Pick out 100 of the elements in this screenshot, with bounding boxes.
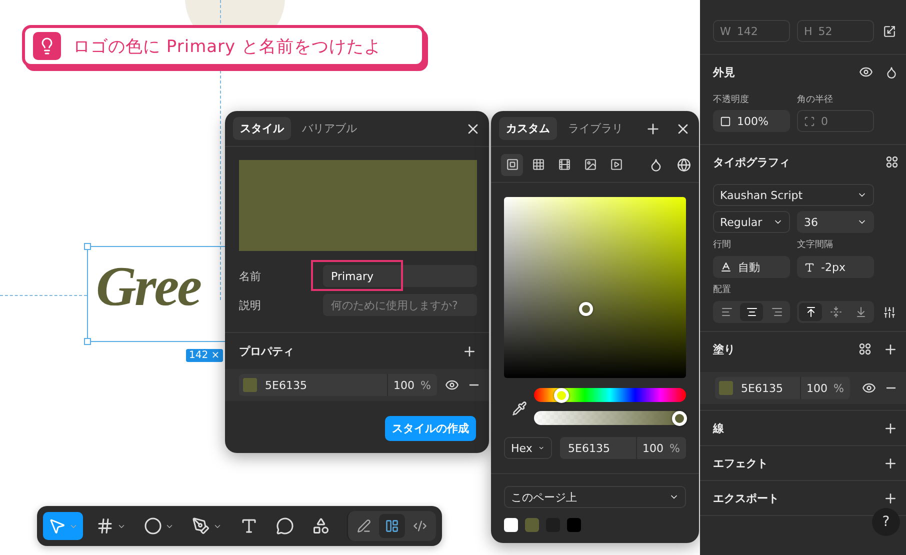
- plus-icon: [645, 120, 661, 136]
- pointer-icon: [48, 517, 66, 535]
- hex-value: 5E6135: [265, 378, 308, 392]
- opacity-button[interactable]: [649, 158, 663, 172]
- opacity-value: 100: [386, 374, 421, 396]
- section-title: タイポグラフィ: [713, 154, 790, 170]
- hue-slider[interactable]: [534, 388, 686, 402]
- comment-icon: [276, 517, 294, 535]
- opacity-value: 100: [636, 437, 670, 459]
- resize-button[interactable]: [881, 24, 898, 38]
- radius-field[interactable]: 0: [797, 110, 874, 132]
- saturation-brightness-area[interactable]: [504, 197, 686, 378]
- hex-value: 5E6135: [567, 442, 611, 454]
- styles-button[interactable]: [859, 343, 871, 355]
- callout-text: ロゴの色に Primary と名前をつけたよ: [73, 36, 382, 58]
- font-size-field[interactable]: 36: [797, 211, 874, 233]
- square-icon: [720, 116, 731, 126]
- visibility-button[interactable]: [445, 378, 459, 392]
- align-button[interactable]: [799, 303, 822, 321]
- field-label: 説明: [239, 298, 262, 312]
- add-button[interactable]: [883, 342, 898, 356]
- field-value: 0: [821, 114, 828, 128]
- section-title: 線: [713, 420, 724, 436]
- hex-field[interactable]: 5E6135 100 %: [560, 437, 686, 459]
- color-swatch[interactable]: [504, 518, 518, 532]
- section-title: エクスポート: [713, 490, 779, 506]
- tool-button[interactable]: [43, 512, 83, 540]
- layout-icon: [385, 519, 399, 533]
- picker-tab[interactable]: ライブラリ: [561, 117, 630, 140]
- color-swatch[interactable]: [719, 381, 733, 395]
- line-height-field[interactable]: 自動: [713, 256, 790, 278]
- text-field[interactable]: Primary: [323, 265, 477, 287]
- square-icon: [506, 158, 518, 171]
- color-swatch[interactable]: [567, 518, 581, 532]
- alpha-thumb[interactable]: [672, 410, 686, 426]
- align-left-icon: [720, 306, 732, 318]
- droplet-icon: [649, 158, 663, 172]
- sliders-icon: [883, 306, 896, 318]
- resize-handle[interactable]: [84, 338, 91, 345]
- font-dropdown[interactable]: Kaushan Script: [713, 184, 874, 206]
- opacity-field[interactable]: 100%: [713, 110, 790, 132]
- corner-icon: [804, 116, 815, 126]
- add-button[interactable]: [883, 490, 898, 506]
- field-label: 名前: [239, 268, 262, 284]
- source-dropdown[interactable]: このページ上: [504, 486, 686, 508]
- mode-button[interactable]: [379, 514, 405, 538]
- alpha-slider[interactable]: [534, 411, 686, 425]
- color-handle[interactable]: [578, 302, 593, 316]
- visibility-button[interactable]: [862, 381, 876, 395]
- percent-unit: %: [420, 378, 432, 392]
- letter-spacing-field[interactable]: -2px: [797, 256, 874, 278]
- eyedropper-icon: [512, 400, 526, 416]
- field-label: 行間: [713, 239, 732, 251]
- field-label: H: [804, 24, 812, 38]
- add-button[interactable]: [645, 120, 661, 136]
- code-icon: [413, 519, 427, 533]
- ellipse-icon: [144, 517, 162, 535]
- baseline-icon: [720, 261, 732, 273]
- format-dropdown[interactable]: Hex: [504, 437, 552, 459]
- color-field[interactable]: 5E6135 100 %: [239, 374, 437, 396]
- add-button[interactable]: [883, 420, 898, 436]
- visibility-button[interactable]: [859, 65, 873, 79]
- global-button[interactable]: [677, 158, 691, 172]
- dimension-field[interactable]: H 52: [797, 20, 874, 42]
- droplet-icon: [885, 66, 898, 78]
- text-field[interactable]: 何のために使用しますか?: [323, 294, 477, 316]
- eye-icon: [862, 381, 876, 395]
- color-swatch[interactable]: [243, 378, 257, 392]
- text-settings-button[interactable]: [881, 306, 898, 318]
- styles-button[interactable]: [886, 156, 898, 168]
- align-middle-icon: [830, 306, 842, 318]
- dialog-tab[interactable]: スタイル: [233, 117, 291, 140]
- logo-text: Gree: [96, 255, 200, 319]
- field-label: 角の半径: [797, 94, 834, 106]
- resize-handle[interactable]: [84, 243, 91, 250]
- hex-value: 5E6135: [741, 382, 784, 394]
- add-button[interactable]: [883, 456, 898, 470]
- blend-button[interactable]: [885, 66, 898, 78]
- eye-icon: [859, 65, 873, 79]
- text-icon: [804, 262, 815, 272]
- align-center-icon: [746, 306, 758, 318]
- opacity-value: 100: [800, 377, 834, 399]
- film-icon: [558, 158, 570, 171]
- picker-tab[interactable]: カスタム: [499, 117, 557, 140]
- image-icon: [584, 158, 596, 171]
- align-button[interactable]: [740, 303, 763, 321]
- fill-type-button[interactable]: [501, 154, 523, 176]
- play-icon: [610, 158, 622, 171]
- weight-dropdown[interactable]: Regular: [713, 211, 790, 233]
- dialog-tab[interactable]: バリアブル: [295, 117, 364, 140]
- field-value: 36: [804, 216, 818, 228]
- field-label: 文字間隔: [797, 238, 834, 251]
- color-swatch[interactable]: [525, 518, 539, 532]
- add-button[interactable]: [462, 344, 477, 358]
- color-field[interactable]: 5E6135 100 %: [715, 377, 850, 399]
- dimension-field[interactable]: W 142: [713, 20, 790, 42]
- field-label: W: [720, 24, 731, 38]
- percent-unit: %: [670, 442, 681, 454]
- hue-thumb[interactable]: [554, 388, 569, 402]
- help-button[interactable]: ?: [872, 508, 900, 536]
